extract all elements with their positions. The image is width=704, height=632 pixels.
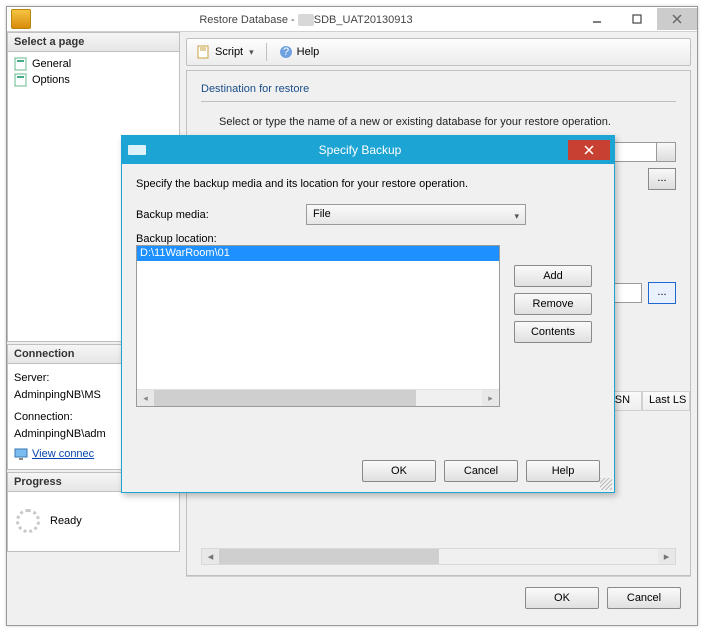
destination-instruction: Select or type the name of a new or exis…: [219, 116, 676, 128]
modal-title: Specify Backup: [152, 143, 568, 157]
page-label: General: [32, 58, 71, 70]
modal-ok-button[interactable]: OK: [362, 460, 436, 482]
progress-spinner-icon: [16, 509, 40, 533]
page-icon: [14, 73, 28, 87]
page-label: Options: [32, 74, 70, 86]
backup-location-label: Backup location:: [136, 233, 600, 245]
minimize-button[interactable]: [577, 8, 617, 30]
add-button[interactable]: Add: [514, 265, 592, 287]
cancel-button[interactable]: Cancel: [607, 587, 681, 609]
help-button[interactable]: ? Help: [275, 45, 324, 59]
svg-text:?: ?: [283, 46, 289, 58]
backup-media-value: File: [313, 208, 331, 220]
scroll-thumb[interactable]: [154, 390, 416, 406]
page-icon: [14, 57, 28, 71]
ok-button[interactable]: OK: [525, 587, 599, 609]
selected-backup-path[interactable]: D:\11WarRoom\01: [137, 246, 499, 261]
progress-panel: Ready: [7, 492, 180, 552]
scroll-thumb[interactable]: [219, 549, 439, 564]
modal-body: Specify the backup media and its locatio…: [122, 164, 614, 492]
location-buttons: Add Remove Contents: [514, 265, 592, 343]
page-options[interactable]: Options: [12, 72, 175, 88]
script-icon: [197, 45, 211, 59]
scroll-right-icon[interactable]: ▸: [658, 549, 675, 564]
device-browse-button[interactable]: ...: [648, 282, 676, 304]
script-button[interactable]: Script: [193, 45, 258, 59]
toolbar-separator: [266, 43, 267, 61]
scroll-track[interactable]: [219, 549, 658, 564]
chevron-down-icon: [247, 46, 254, 58]
window-controls: [577, 8, 697, 30]
col-last-lsn[interactable]: Last LS: [642, 391, 690, 411]
modal-instruction: Specify the backup media and its locatio…: [136, 178, 600, 190]
remove-button[interactable]: Remove: [514, 293, 592, 315]
modal-buttons: OK Cancel Help: [362, 460, 600, 482]
destination-section-label: Destination for restore: [201, 83, 309, 95]
dialog-buttons: OK Cancel: [186, 576, 691, 619]
browse-button[interactable]: ...: [648, 168, 676, 190]
help-icon: ?: [279, 45, 293, 59]
backup-media-label: Backup media:: [136, 209, 306, 221]
close-icon: [584, 145, 594, 155]
modal-help-button[interactable]: Help: [526, 460, 600, 482]
maximize-button[interactable]: [617, 8, 657, 30]
monitor-icon: [14, 447, 28, 461]
scroll-right-icon[interactable]: ▸: [482, 390, 499, 406]
separator: [201, 101, 676, 102]
help-label: Help: [297, 46, 320, 58]
progress-status: Ready: [50, 515, 82, 527]
horizontal-scrollbar[interactable]: ◂ ▸: [201, 548, 676, 565]
tape-icon: [128, 145, 146, 155]
db-icon: [11, 9, 31, 29]
backup-media-row: Backup media: File: [136, 204, 600, 225]
modal-close-button[interactable]: [568, 140, 610, 160]
contents-button[interactable]: Contents: [514, 321, 592, 343]
script-label: Script: [215, 46, 243, 58]
scroll-left-icon[interactable]: ◂: [137, 390, 154, 406]
select-page-header: Select a page: [7, 32, 180, 52]
view-connection-link[interactable]: View connec: [32, 446, 94, 463]
specify-backup-dialog: Specify Backup Specify the backup media …: [121, 135, 615, 493]
scroll-left-icon[interactable]: ◂: [202, 549, 219, 564]
modal-titlebar[interactable]: Specify Backup: [122, 136, 614, 164]
scroll-track[interactable]: [154, 390, 482, 406]
window-titlebar[interactable]: Restore Database - SDB_UAT20130913: [7, 7, 697, 32]
modal-cancel-button[interactable]: Cancel: [444, 460, 518, 482]
backup-location-list[interactable]: D:\11WarRoom\01 ◂ ▸: [136, 245, 500, 407]
page-general[interactable]: General: [12, 56, 175, 72]
window-title: Restore Database - SDB_UAT20130913: [35, 12, 577, 26]
toolbar: Script ? Help: [186, 38, 691, 66]
location-horizontal-scrollbar[interactable]: ◂ ▸: [137, 389, 499, 406]
backup-media-combo[interactable]: File: [306, 204, 526, 225]
resize-grip-icon[interactable]: [600, 478, 612, 490]
close-button[interactable]: [657, 8, 697, 30]
